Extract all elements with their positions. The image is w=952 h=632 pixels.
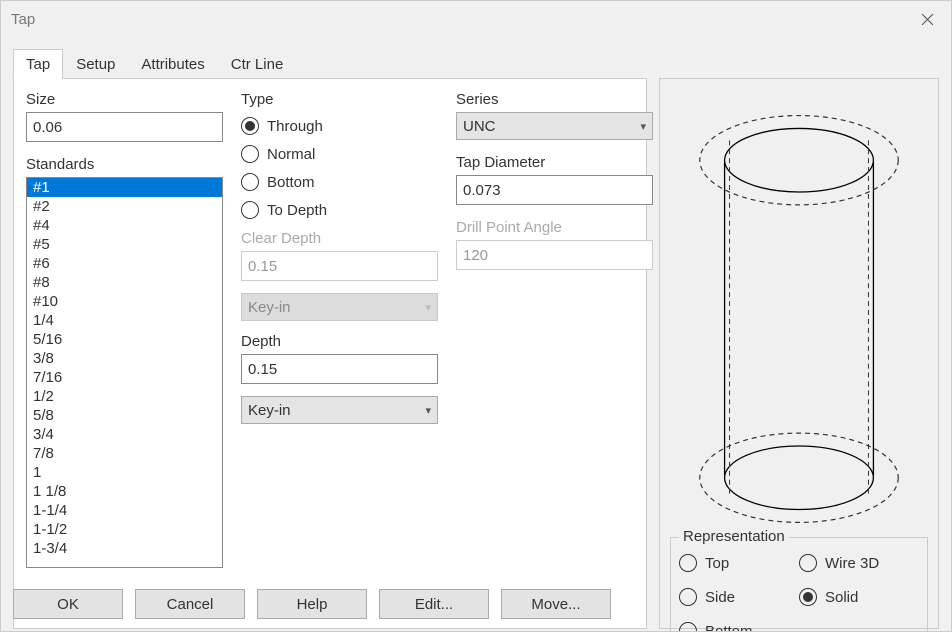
list-item[interactable]: 3/4 — [27, 425, 222, 444]
list-item[interactable]: 3/8 — [27, 349, 222, 368]
list-item[interactable]: 1/4 — [27, 311, 222, 330]
list-item[interactable]: 5/16 — [27, 330, 222, 349]
standards-label: Standards — [26, 156, 223, 173]
list-item[interactable]: #10 — [27, 292, 222, 311]
chevron-down-icon: ▾ — [640, 120, 646, 133]
radio-icon — [799, 554, 817, 572]
combo-value: Key-in — [248, 299, 291, 316]
type-radio-bottom[interactable]: Bottom — [241, 173, 438, 191]
tab-tap[interactable]: Tap — [13, 49, 63, 79]
list-item[interactable]: 1 — [27, 463, 222, 482]
radio-icon — [241, 201, 259, 219]
series-label: Series — [456, 91, 653, 108]
list-item[interactable]: 1 1/8 — [27, 482, 222, 501]
radio-label: Bottom — [267, 174, 315, 191]
tab-panel-tap: Size Standards #1 #2 #4 #5 #6 #8 #10 1/4… — [13, 78, 647, 629]
combo-value: UNC — [463, 118, 496, 135]
rep-radio-solid[interactable]: Solid — [799, 588, 919, 606]
chevron-down-icon: ▾ — [425, 404, 431, 417]
radio-label: Solid — [825, 589, 858, 606]
radio-label: Top — [705, 555, 729, 572]
tab-bar: Tap Setup Attributes Ctr Line — [13, 45, 939, 79]
rep-radio-wire3d[interactable]: Wire 3D — [799, 554, 919, 572]
radio-icon — [241, 145, 259, 163]
type-label: Type — [241, 91, 438, 108]
radio-label: Through — [267, 118, 323, 135]
tab-setup[interactable]: Setup — [63, 49, 128, 79]
list-item[interactable]: #6 — [27, 254, 222, 273]
drill-point-angle-label: Drill Point Angle — [456, 219, 653, 236]
dialog-button-row: OK Cancel Help Edit... Move... — [13, 589, 611, 619]
rep-radio-side[interactable]: Side — [679, 588, 799, 606]
depth-input[interactable] — [241, 354, 438, 384]
drill-point-angle-input — [456, 240, 653, 270]
radio-label: Normal — [267, 146, 315, 163]
size-input[interactable] — [26, 112, 223, 142]
dialog-content: Tap Setup Attributes Ctr Line Size Stand… — [13, 45, 939, 619]
type-radio-to-depth[interactable]: To Depth — [241, 201, 438, 219]
radio-icon — [799, 588, 817, 606]
radio-icon — [679, 588, 697, 606]
list-item[interactable]: #4 — [27, 216, 222, 235]
ok-button[interactable]: OK — [13, 589, 123, 619]
tap-diameter-label: Tap Diameter — [456, 154, 653, 171]
clear-depth-combo: Key-in ▾ — [241, 293, 438, 321]
tap-dialog: Tap Tap Setup Attributes Ctr Line Size S… — [0, 0, 952, 632]
tab-ctr-line[interactable]: Ctr Line — [218, 49, 297, 79]
close-button[interactable] — [903, 1, 951, 37]
type-radio-through[interactable]: Through — [241, 117, 438, 135]
list-item[interactable]: 5/8 — [27, 406, 222, 425]
radio-label: Wire 3D — [825, 555, 879, 572]
radio-icon — [241, 173, 259, 191]
list-item[interactable]: 1/2 — [27, 387, 222, 406]
move-button[interactable]: Move... — [501, 589, 611, 619]
radio-icon — [679, 622, 697, 632]
preview-panel: Representation Top Side Bott — [659, 78, 939, 629]
radio-label: To Depth — [267, 202, 327, 219]
list-item[interactable]: 7/16 — [27, 368, 222, 387]
radio-icon — [679, 554, 697, 572]
depth-combo[interactable]: Key-in ▾ — [241, 396, 438, 424]
preview-canvas — [670, 89, 928, 543]
combo-value: Key-in — [248, 402, 291, 419]
chevron-down-icon: ▾ — [425, 301, 431, 314]
list-item[interactable]: #2 — [27, 197, 222, 216]
radio-label: Bottom — [705, 623, 753, 632]
edit-button[interactable]: Edit... — [379, 589, 489, 619]
list-item[interactable]: 1-3/4 — [27, 539, 222, 558]
close-icon — [921, 13, 934, 26]
list-item[interactable]: 7/8 — [27, 444, 222, 463]
window-title: Tap — [11, 11, 35, 28]
radio-label: Side — [705, 589, 735, 606]
tap-preview-icon — [670, 89, 928, 543]
representation-label: Representation — [679, 528, 789, 545]
list-item[interactable]: 1-1/4 — [27, 501, 222, 520]
standards-listbox[interactable]: #1 #2 #4 #5 #6 #8 #10 1/4 5/16 3/8 7/16 … — [26, 177, 223, 568]
representation-group: Representation Top Side Bott — [670, 537, 928, 632]
rep-radio-bottom[interactable]: Bottom — [679, 622, 799, 632]
titlebar: Tap — [1, 1, 951, 37]
series-combo[interactable]: UNC ▾ — [456, 112, 653, 140]
help-button[interactable]: Help — [257, 589, 367, 619]
cancel-button[interactable]: Cancel — [135, 589, 245, 619]
list-item[interactable]: #8 — [27, 273, 222, 292]
rep-radio-top[interactable]: Top — [679, 554, 799, 572]
list-item[interactable]: 1-1/2 — [27, 520, 222, 539]
clear-depth-label: Clear Depth — [241, 230, 438, 247]
clear-depth-input — [241, 251, 438, 281]
type-radio-normal[interactable]: Normal — [241, 145, 438, 163]
list-item[interactable]: #5 — [27, 235, 222, 254]
size-label: Size — [26, 91, 223, 108]
list-item[interactable]: #1 — [27, 178, 222, 197]
depth-label: Depth — [241, 333, 438, 350]
tab-attributes[interactable]: Attributes — [128, 49, 217, 79]
radio-icon — [241, 117, 259, 135]
tap-diameter-input[interactable] — [456, 175, 653, 205]
